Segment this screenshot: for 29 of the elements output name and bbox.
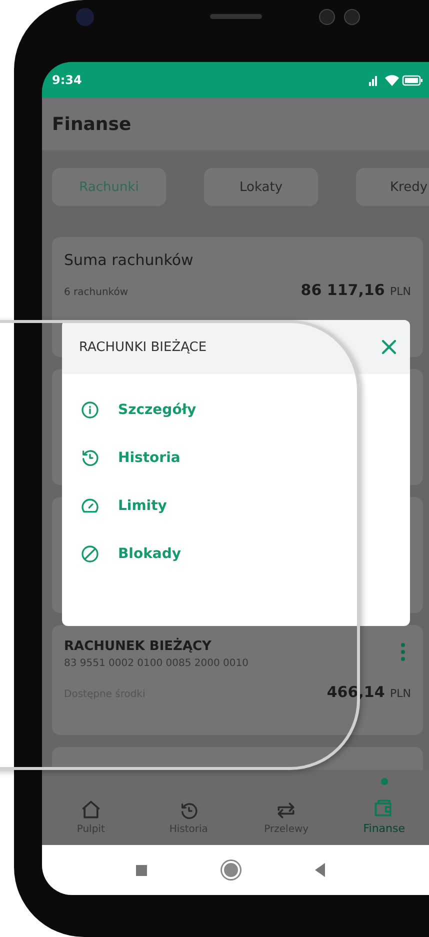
home-icon: [80, 799, 102, 821]
speaker-icon: [210, 14, 262, 19]
camera-icon: [76, 8, 94, 26]
menu-item[interactable]: Limity: [80, 490, 280, 522]
menu-item[interactable]: Historia: [80, 442, 280, 474]
home-button-icon[interactable]: [222, 861, 240, 879]
info-icon: [80, 400, 100, 420]
account-number: 83 9551 0002 0100 0085 2000 0010: [64, 658, 248, 669]
dialog-title: RACHUNKI BIEŻĄCE: [79, 340, 207, 354]
history-icon: [80, 448, 100, 468]
block-icon: [80, 544, 100, 564]
history-icon: [178, 801, 199, 821]
status-time: 9:34: [52, 73, 82, 87]
indicator-dot: [380, 778, 388, 785]
recents-icon[interactable]: [136, 864, 147, 876]
total-amount: 86 117,16 PLN: [300, 281, 411, 299]
nav-tab[interactable]: Finanse: [344, 770, 424, 845]
menu-item[interactable]: Blokady: [80, 538, 280, 570]
page-title: Finanse: [52, 114, 132, 134]
back-icon[interactable]: [315, 863, 326, 877]
account-name: RACHUNEK BIEŻĄCY: [64, 639, 212, 654]
account-count: 6 rachunków: [64, 287, 128, 298]
tab[interactable]: Lokaty: [204, 168, 318, 206]
tab[interactable]: Kredy: [356, 168, 429, 206]
sensor-icon: [344, 9, 360, 25]
card-title: Suma rachunków: [64, 251, 194, 269]
sensor-icon: [319, 9, 335, 25]
status-icons: [367, 73, 423, 87]
menu-item[interactable]: Szczegóły: [80, 394, 280, 426]
